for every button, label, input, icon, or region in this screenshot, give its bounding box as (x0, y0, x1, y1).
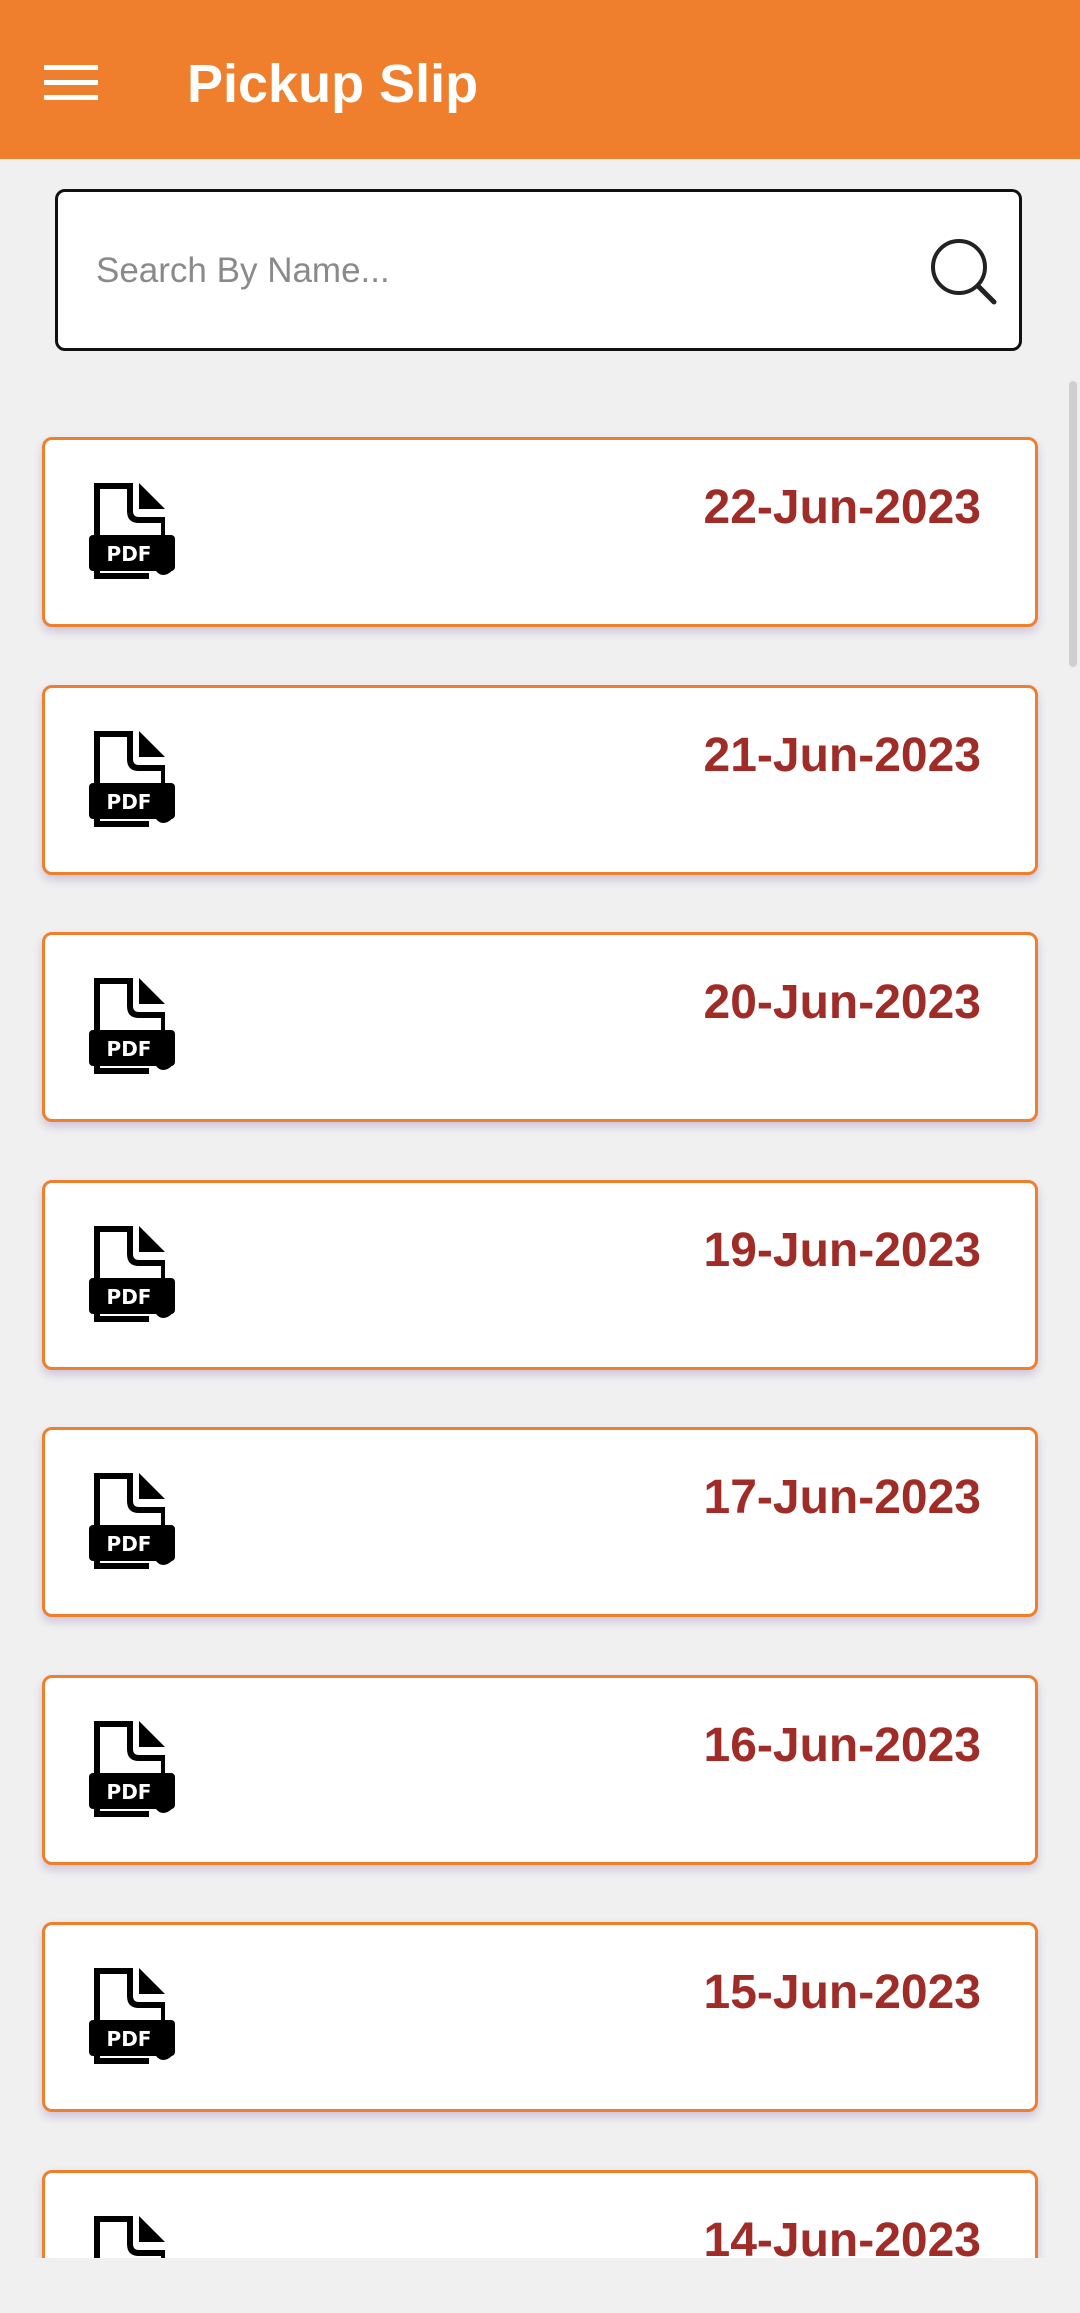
pdf-file-icon: PDF (94, 2216, 165, 2258)
slip-card[interactable]: PDF 20-Jun-2023 (42, 932, 1038, 1122)
slip-card[interactable]: PDF 22-Jun-2023 (42, 437, 1038, 627)
slip-date: 16-Jun-2023 (703, 1719, 981, 1772)
pdf-file-icon: PDF (89, 1721, 175, 1817)
slip-date: 17-Jun-2023 (703, 1471, 981, 1524)
pdf-file-icon: PDF (89, 1226, 175, 1322)
svg-text:PDF: PDF (107, 1532, 152, 1556)
slip-card[interactable]: PDF 17-Jun-2023 (42, 1427, 1038, 1617)
svg-text:PDF: PDF (107, 790, 152, 814)
slip-card[interactable]: PDF 14-Jun-2023 (42, 2170, 1038, 2258)
hamburger-menu-icon (44, 65, 98, 100)
slip-date: 19-Jun-2023 (703, 1224, 981, 1277)
svg-text:PDF: PDF (107, 2027, 152, 2051)
app-bar: Pickup Slip (0, 0, 1080, 159)
svg-text:PDF: PDF (107, 1780, 152, 1804)
svg-text:PDF: PDF (107, 1037, 152, 1061)
page-title: Pickup Slip (187, 54, 479, 114)
list-scrollbar[interactable] (1069, 381, 1077, 667)
pdf-file-icon: PDF (89, 483, 175, 579)
bottom-spacer (0, 2258, 1080, 2313)
pdf-file-icon: PDF (89, 978, 175, 1074)
svg-text:PDF: PDF (107, 542, 152, 566)
slip-card[interactable]: PDF 15-Jun-2023 (42, 1922, 1038, 2112)
slip-date: 22-Jun-2023 (703, 481, 981, 534)
svg-text:PDF: PDF (107, 1285, 152, 1309)
search-icon[interactable] (928, 236, 1000, 308)
slip-card[interactable]: PDF 19-Jun-2023 (42, 1180, 1038, 1370)
menu-button[interactable] (28, 40, 114, 126)
slip-date: 20-Jun-2023 (703, 976, 981, 1029)
search-box (55, 189, 1022, 351)
slip-card[interactable]: PDF 16-Jun-2023 (42, 1675, 1038, 1865)
slip-date: 14-Jun-2023 (703, 2214, 981, 2258)
pdf-file-icon: PDF (89, 1473, 175, 1569)
slip-card[interactable]: PDF 21-Jun-2023 (42, 685, 1038, 875)
slip-date: 21-Jun-2023 (703, 729, 981, 782)
slip-date: 15-Jun-2023 (703, 1966, 981, 2019)
pdf-file-icon: PDF (89, 731, 175, 827)
pdf-file-icon: PDF (89, 1968, 175, 2064)
search-input[interactable] (96, 232, 916, 310)
